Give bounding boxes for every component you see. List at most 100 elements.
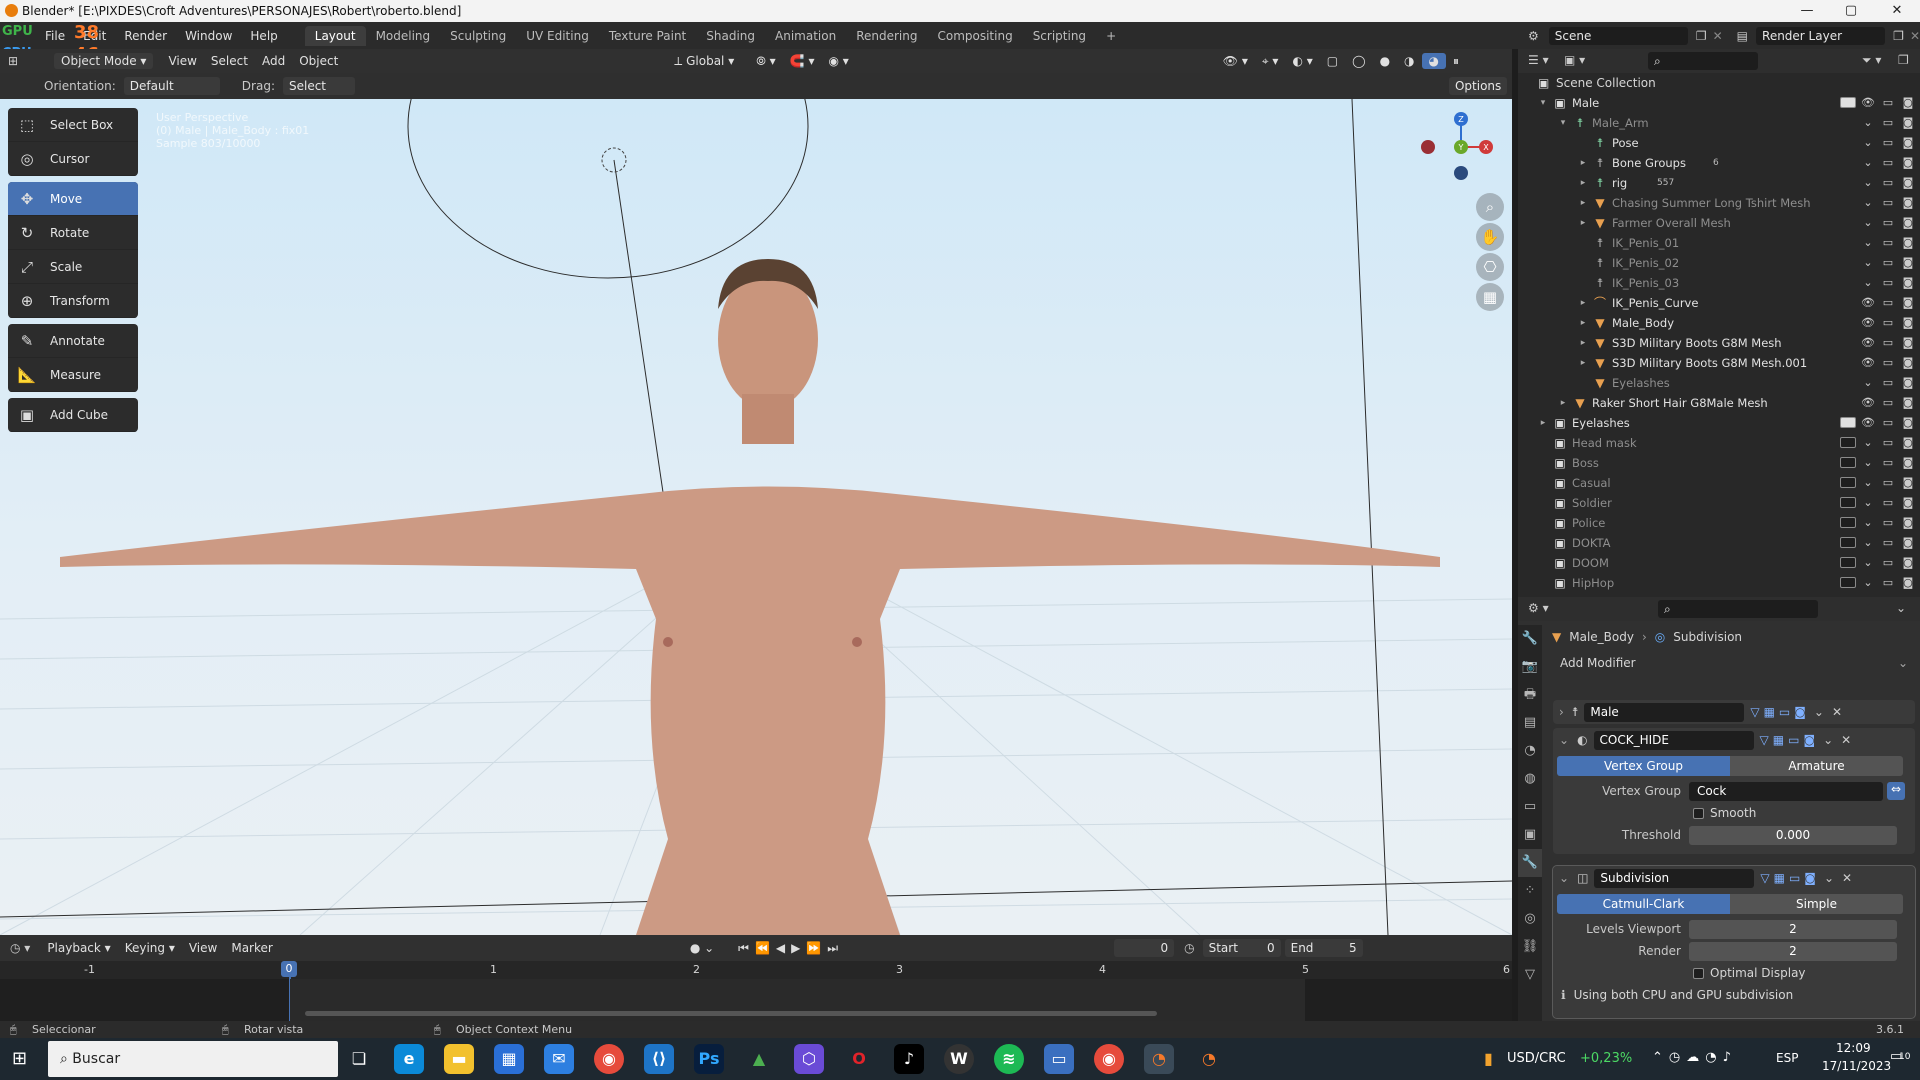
render-camera-icon[interactable]: ◙ bbox=[1900, 393, 1916, 413]
viewport-disable-icon[interactable]: ▭ bbox=[1880, 353, 1896, 373]
outliner-row[interactable]: ▣ Soldier ⌄ ▭ ◙ bbox=[1518, 493, 1920, 513]
render-camera-icon[interactable]: ◙ bbox=[1900, 553, 1916, 575]
eye-icon[interactable]: 👁 bbox=[1860, 313, 1876, 333]
clock-time[interactable]: 12:09 bbox=[1836, 1041, 1871, 1055]
remove-view-layer-icon[interactable]: ✕ bbox=[1910, 29, 1920, 43]
render-camera-icon[interactable]: ◙ bbox=[1900, 253, 1916, 273]
smooth-checkbox[interactable] bbox=[1693, 807, 1704, 819]
render-camera-icon[interactable]: ◙ bbox=[1900, 93, 1916, 115]
eye-icon[interactable]: 👁 bbox=[1860, 293, 1876, 313]
proportional-edit-icon[interactable]: ◉ ▾ bbox=[821, 53, 855, 69]
outliner-row[interactable]: ▣ DOOM ⌄ ▭ ◙ bbox=[1518, 553, 1920, 573]
render-camera-icon[interactable]: ◙ bbox=[1900, 433, 1916, 455]
remove-modifier-icon[interactable]: ✕ bbox=[1842, 871, 1852, 885]
new-collection-icon[interactable]: ❐ bbox=[1898, 53, 1909, 67]
eye-closed-icon[interactable]: ⌄ bbox=[1860, 473, 1876, 495]
render-camera-icon[interactable]: ◙ bbox=[1900, 193, 1916, 213]
expand-arrow-icon[interactable]: ▸ bbox=[1578, 333, 1588, 353]
scene-field[interactable]: Scene bbox=[1548, 26, 1688, 45]
overlay-toggle-icon[interactable]: ◐ ▾ bbox=[1285, 53, 1319, 69]
render-camera-icon[interactable]: ◙ bbox=[1900, 573, 1916, 595]
tab-sculpting[interactable]: Sculpting bbox=[440, 26, 516, 46]
outliner-row[interactable]: ▸ ▼ Farmer Overall Mesh ⌄ ▭ ◙ bbox=[1518, 213, 1920, 233]
render-camera-icon[interactable]: ◙ bbox=[1900, 413, 1916, 435]
opera-icon[interactable]: O bbox=[844, 1044, 874, 1074]
outliner-row[interactable]: ☨ IK_Penis_03 ⌄ ▭ ◙ bbox=[1518, 273, 1920, 293]
modifier-toggle-icons[interactable]: ▽▦▭◙ bbox=[1750, 705, 1810, 719]
shading-material-icon[interactable]: ◑ bbox=[1397, 53, 1421, 69]
tab-scripting[interactable]: Scripting bbox=[1023, 26, 1096, 46]
tab-modeling[interactable]: Modeling bbox=[366, 26, 441, 46]
exclude-checkbox[interactable] bbox=[1840, 553, 1856, 575]
render-camera-icon[interactable]: ◙ bbox=[1900, 153, 1916, 173]
exclude-checkbox[interactable] bbox=[1840, 453, 1856, 475]
exclude-checkbox[interactable] bbox=[1840, 473, 1856, 495]
tiktok-icon[interactable]: ♪ bbox=[894, 1044, 924, 1074]
object-tab-icon[interactable]: ▣ bbox=[1518, 821, 1542, 849]
windows-start-icon[interactable]: ⊞ bbox=[12, 1048, 27, 1069]
orientation-dropdown[interactable]: Default bbox=[123, 77, 220, 95]
eye-icon[interactable]: 👁 bbox=[1860, 93, 1876, 115]
new-scene-icon[interactable]: ❐ bbox=[1696, 29, 1707, 43]
viewport-disable-icon[interactable]: ▭ bbox=[1880, 453, 1896, 475]
remove-scene-icon[interactable]: ✕ bbox=[1713, 29, 1723, 43]
viewport-disable-icon[interactable]: ▭ bbox=[1880, 513, 1896, 535]
editor-type-icon[interactable]: ⊞ bbox=[8, 54, 44, 68]
data-tab-icon[interactable]: ▽ bbox=[1518, 961, 1542, 989]
end-frame-field[interactable]: End 5 bbox=[1284, 939, 1363, 957]
vscode-icon[interactable]: ⟨⟩ bbox=[644, 1044, 674, 1074]
render-camera-icon[interactable]: ◙ bbox=[1900, 293, 1916, 313]
modifier-mask-header[interactable]: ⌄ ◐ COCK_HIDE ▽▦▭◙ ⌄ ✕ bbox=[1553, 728, 1915, 752]
timeline-menu-view[interactable]: View bbox=[182, 940, 224, 956]
vertex-group-field[interactable]: Cock bbox=[1689, 781, 1883, 801]
mode-vertex-group-button[interactable]: Vertex Group bbox=[1557, 756, 1730, 776]
mode-armature-button[interactable]: Armature bbox=[1730, 756, 1903, 776]
currency-pair[interactable]: USD/CRC bbox=[1507, 1051, 1566, 1066]
view-layer-field[interactable]: Render Layer bbox=[1756, 26, 1886, 45]
menu-window[interactable]: Window bbox=[176, 29, 241, 43]
menu-file[interactable]: File bbox=[36, 29, 74, 43]
tab-layout[interactable]: Layout bbox=[304, 25, 366, 46]
outliner-row[interactable]: ▣ HipHop ⌄ ▭ ◙ bbox=[1518, 573, 1920, 593]
ortho-grid-icon[interactable]: ▦ bbox=[1476, 283, 1504, 311]
tool-select-box[interactable]: ⬚ Select Box bbox=[8, 108, 138, 142]
affinity-icon[interactable]: ⬡ bbox=[794, 1044, 824, 1074]
eye-closed-icon[interactable]: ⌄ bbox=[1860, 253, 1876, 273]
input-language[interactable]: ESP bbox=[1776, 1051, 1798, 1065]
viewport-disable-icon[interactable]: ▭ bbox=[1880, 553, 1896, 575]
exclude-checkbox[interactable] bbox=[1840, 513, 1856, 535]
render-tab-icon[interactable]: 📷 bbox=[1518, 653, 1542, 681]
eye-icon[interactable]: 👁 bbox=[1860, 353, 1876, 373]
tab-uv-editing[interactable]: UV Editing bbox=[516, 26, 599, 46]
current-frame-field[interactable]: 0 bbox=[1114, 939, 1175, 957]
timeline-editor-icon[interactable]: ◷ ▾ bbox=[10, 941, 30, 955]
physics-tab-icon[interactable]: ◎ bbox=[1518, 905, 1542, 933]
viewport-disable-icon[interactable]: ▭ bbox=[1880, 193, 1896, 213]
simple-button[interactable]: Simple bbox=[1730, 894, 1903, 914]
tool-rotate[interactable]: ↻ Rotate bbox=[8, 216, 138, 250]
expand-arrow-icon[interactable]: ▸ bbox=[1578, 353, 1588, 373]
viewport-disable-icon[interactable]: ▭ bbox=[1880, 213, 1896, 233]
eye-closed-icon[interactable]: ⌄ bbox=[1860, 513, 1876, 535]
render-camera-icon[interactable]: ◙ bbox=[1900, 313, 1916, 333]
mail-icon[interactable]: ✉ bbox=[544, 1044, 574, 1074]
eye-closed-icon[interactable]: ⌄ bbox=[1860, 233, 1876, 253]
tool-annotate[interactable]: ✎ Annotate bbox=[8, 324, 138, 358]
catmull-clark-button[interactable]: Catmull-Clark bbox=[1557, 894, 1730, 914]
tab-texture-paint[interactable]: Texture Paint bbox=[599, 26, 696, 46]
tool-add-cube[interactable]: ▣ Add Cube bbox=[8, 398, 138, 432]
outliner-row[interactable]: ▣ Head mask ⌄ ▭ ◙ bbox=[1518, 433, 1920, 453]
eye-closed-icon[interactable]: ⌄ bbox=[1860, 133, 1876, 153]
properties-editor-icon[interactable]: ⚙ ▾ bbox=[1528, 601, 1549, 615]
eye-closed-icon[interactable]: ⌄ bbox=[1860, 553, 1876, 575]
system-tray-icons[interactable]: ⌃◷☁◔♪ bbox=[1652, 1050, 1737, 1065]
scene-collection-row[interactable]: ▣ Scene Collection bbox=[1518, 73, 1920, 93]
tab-animation[interactable]: Animation bbox=[765, 26, 846, 46]
remove-modifier-icon[interactable]: ✕ bbox=[1832, 705, 1842, 719]
render-camera-icon[interactable]: ◙ bbox=[1900, 333, 1916, 353]
viewport-menu-object[interactable]: Object bbox=[292, 53, 345, 69]
render-camera-icon[interactable]: ◙ bbox=[1900, 473, 1916, 495]
eye-closed-icon[interactable]: ⌄ bbox=[1860, 173, 1876, 193]
render-camera-icon[interactable]: ◙ bbox=[1900, 453, 1916, 475]
options-dropdown[interactable]: Options bbox=[1448, 77, 1508, 95]
